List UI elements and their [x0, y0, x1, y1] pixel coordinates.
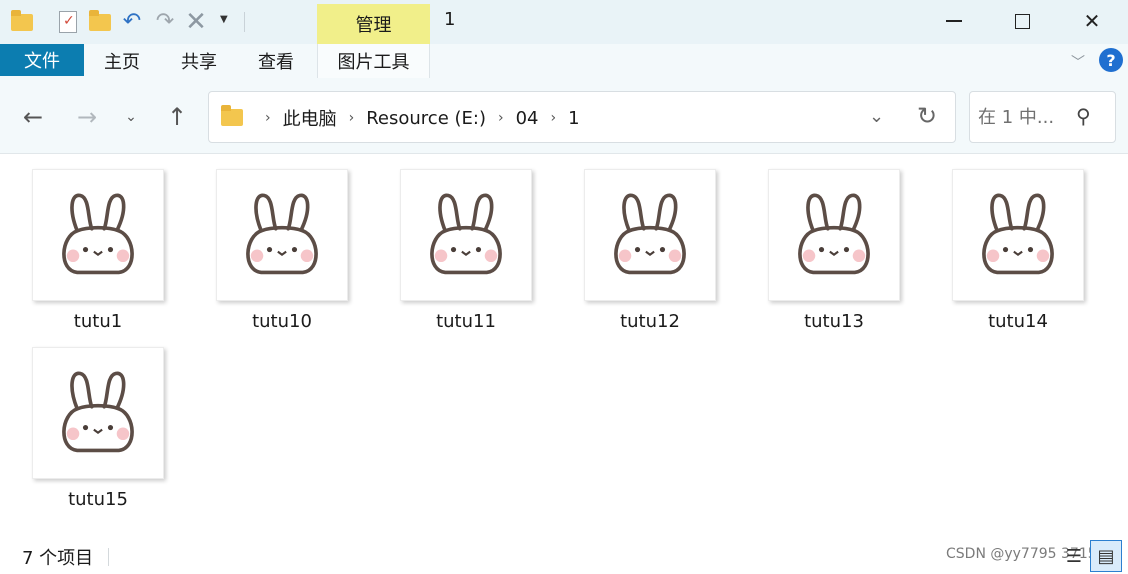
tab-picture-tools-label: 图片工具 — [337, 52, 410, 73]
item-count: 7 个项目 — [22, 548, 94, 569]
tab-share[interactable]: 共享 — [160, 44, 238, 78]
bunny-icon — [430, 193, 502, 275]
file-item[interactable]: tutu12 — [568, 169, 732, 332]
image-thumbnail — [584, 169, 716, 301]
tab-home-label: 主页 — [104, 52, 140, 73]
bunny-icon — [982, 193, 1054, 275]
undo-icon[interactable]: ↶ — [120, 10, 144, 34]
bunny-icon — [614, 193, 686, 275]
bunny-icon — [62, 193, 134, 275]
recent-locations-icon[interactable]: ⌄ — [116, 102, 146, 132]
file-name[interactable]: tutu1 — [16, 311, 180, 332]
file-item[interactable]: tutu15 — [16, 347, 180, 510]
folder-icon[interactable] — [10, 9, 34, 34]
file-item[interactable]: tutu13 — [752, 169, 916, 332]
breadcrumb-item[interactable]: 此电脑 — [283, 105, 337, 131]
tab-view[interactable]: 查看 — [238, 44, 314, 78]
minimize-button[interactable] — [932, 4, 976, 38]
close-button[interactable]: ✕ — [1070, 4, 1114, 38]
file-name[interactable]: tutu14 — [936, 311, 1100, 332]
properties-icon[interactable] — [56, 10, 80, 34]
image-thumbnail — [32, 169, 164, 301]
tab-share-label: 共享 — [181, 52, 217, 73]
tab-view-label: 查看 — [258, 52, 294, 73]
file-view: tutu1 tutu10 tutu11 tutu12 tutu13 tutu14… — [0, 155, 1128, 535]
new-folder-icon[interactable] — [88, 9, 112, 34]
tab-home[interactable]: 主页 — [84, 44, 160, 78]
image-thumbnail — [400, 169, 532, 301]
back-icon[interactable]: ← — [18, 102, 48, 132]
tab-manage-label: 管理 — [355, 15, 392, 36]
redo-icon[interactable]: ↷ — [153, 10, 177, 34]
file-item[interactable]: tutu14 — [936, 169, 1100, 332]
file-item[interactable]: tutu10 — [200, 169, 364, 332]
image-thumbnail — [216, 169, 348, 301]
delete-icon[interactable]: ✕ — [184, 9, 208, 35]
address-dropdown-icon[interactable]: ⌄ — [869, 106, 884, 127]
tab-file[interactable]: 文件 — [0, 44, 84, 76]
breadcrumb-item[interactable]: 04 — [516, 108, 539, 129]
details-view-icon[interactable]: ☰ — [1058, 540, 1090, 572]
tab-file-label: 文件 — [24, 51, 60, 72]
image-thumbnail — [32, 347, 164, 479]
chevron-right-icon[interactable]: › — [349, 110, 355, 126]
expand-ribbon-icon[interactable]: ﹀ — [1071, 52, 1085, 72]
up-icon[interactable]: ↑ — [162, 102, 192, 132]
minimize-icon — [946, 20, 962, 22]
address-bar[interactable]: › 此电脑 › Resource (E:) › 04 › 1 ⌄ ↻ — [208, 91, 956, 143]
help-icon[interactable]: ? — [1099, 48, 1123, 72]
file-name[interactable]: tutu10 — [200, 311, 364, 332]
file-item[interactable]: tutu1 — [16, 169, 180, 332]
maximize-icon — [1014, 13, 1030, 29]
chevron-right-icon[interactable]: › — [551, 110, 557, 126]
bunny-icon — [62, 371, 134, 453]
maximize-button[interactable] — [1000, 4, 1044, 38]
search-box[interactable]: ⚲ — [969, 91, 1116, 143]
image-thumbnail — [768, 169, 900, 301]
divider — [244, 12, 245, 32]
bunny-icon — [246, 193, 318, 275]
file-name[interactable]: tutu15 — [16, 489, 180, 510]
customize-dropdown-icon[interactable]: ▼ — [220, 14, 228, 25]
breadcrumb-item[interactable]: Resource (E:) — [366, 108, 486, 129]
breadcrumb-item[interactable]: 1 — [568, 108, 579, 129]
file-name[interactable]: tutu13 — [752, 311, 916, 332]
file-name[interactable]: tutu11 — [384, 311, 548, 332]
bunny-icon — [798, 193, 870, 275]
navigation-bar: ← → ⌄ ↑ › 此电脑 › Resource (E:) › 04 › 1 ⌄… — [0, 80, 1128, 154]
forward-icon[interactable]: → — [72, 102, 102, 132]
search-icon[interactable]: ⚲ — [1076, 104, 1091, 128]
divider — [108, 548, 109, 566]
search-input[interactable] — [978, 104, 1074, 130]
folder-icon — [221, 105, 243, 126]
help-glyph: ? — [1106, 50, 1116, 70]
chevron-right-icon: › — [265, 110, 271, 126]
tab-manage[interactable]: 管理 — [317, 4, 430, 44]
large-icons-view-icon[interactable]: ▤ — [1090, 540, 1122, 572]
tab-picture-tools[interactable]: 图片工具 — [317, 44, 430, 78]
file-item[interactable]: tutu11 — [384, 169, 548, 332]
chevron-right-icon[interactable]: › — [498, 110, 504, 126]
breadcrumb: › 此电脑 › Resource (E:) › 04 › 1 — [253, 92, 580, 144]
status-bar: 7 个项目 CSDN @yy7795 3715 ☰ ▤ — [0, 540, 1128, 574]
refresh-icon[interactable]: ↻ — [917, 102, 937, 130]
title-bar: ↶ ↷ ✕ ▼ 管理 1 ✕ — [0, 0, 1128, 44]
ribbon-tabs: 文件 主页 共享 查看 图片工具 ﹀ ? — [0, 44, 1128, 80]
close-icon: ✕ — [1083, 9, 1101, 33]
window-title: 1 — [444, 9, 456, 30]
image-thumbnail — [952, 169, 1084, 301]
file-name[interactable]: tutu12 — [568, 311, 732, 332]
